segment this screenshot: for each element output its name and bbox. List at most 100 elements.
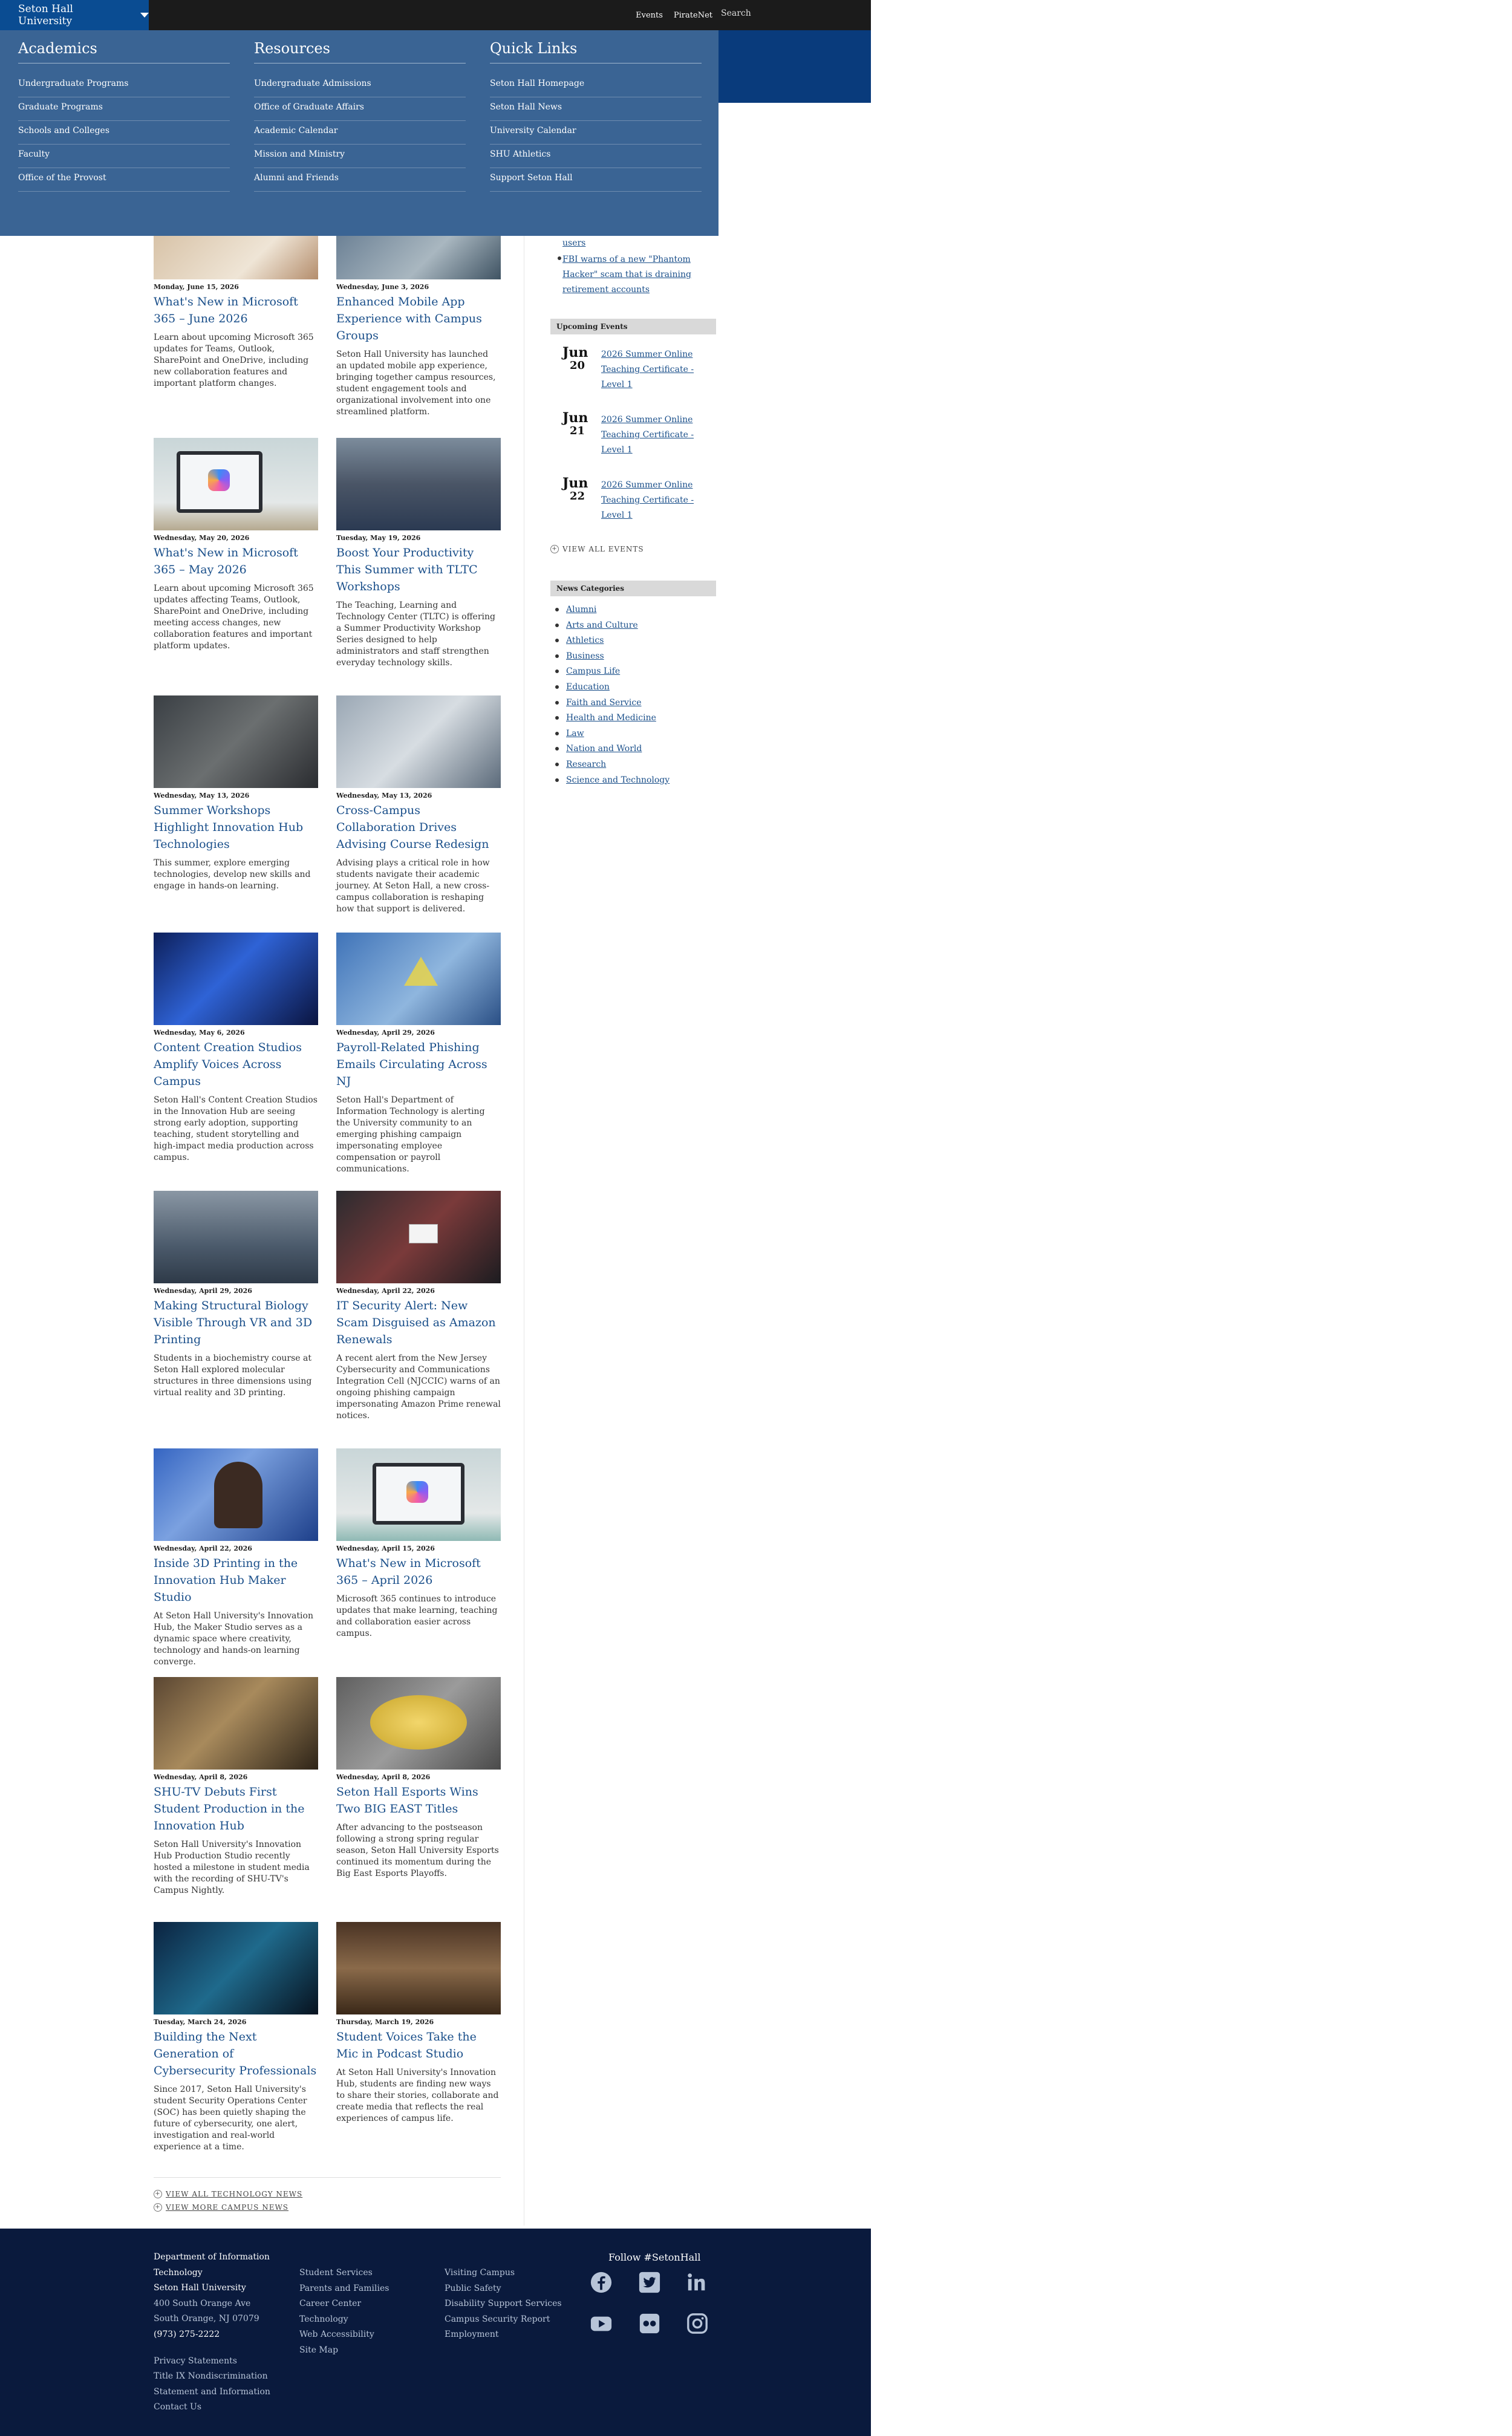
linkedin-icon[interactable] [686, 2271, 709, 2294]
footer-link[interactable]: Privacy Statements [154, 2354, 281, 2369]
article-title[interactable]: Cross-Campus Collaboration Drives Advisi… [336, 802, 501, 853]
mega-item[interactable]: Undergraduate Admissions [254, 74, 466, 97]
article-summary: Learn about upcoming Microsoft 365 updat… [154, 584, 314, 651]
footer-link[interactable]: Employment [445, 2327, 562, 2343]
article-title[interactable]: What's New in Microsoft 365 – April 2026 [336, 1555, 501, 1589]
footer-link[interactable]: Parents and Families [299, 2281, 389, 2297]
twitter-icon[interactable] [638, 2271, 661, 2294]
footer-link[interactable]: Career Center [299, 2296, 389, 2312]
article-image[interactable] [336, 1448, 501, 1541]
footer-link[interactable]: Contact Us [154, 2400, 281, 2415]
category-link[interactable]: Law [555, 726, 670, 742]
footer-link[interactable]: Public Safety [445, 2281, 562, 2297]
article-title[interactable]: What's New in Microsoft 365 – May 2026 [154, 544, 318, 578]
mega-item[interactable]: Graduate Programs [18, 98, 230, 121]
category-link[interactable]: Alumni [555, 602, 670, 618]
article-image[interactable] [154, 1191, 318, 1283]
footer-link[interactable]: Site Map [299, 2343, 389, 2359]
category-link[interactable]: Athletics [555, 633, 670, 649]
article-title[interactable]: Student Voices Take the Mic in Podcast S… [336, 2028, 501, 2062]
article-title[interactable]: Payroll-Related Phishing Emails Circulat… [336, 1039, 501, 1090]
mega-item[interactable]: Alumni and Friends [254, 169, 466, 192]
article-title[interactable]: SHU-TV Debuts First Student Production i… [154, 1783, 318, 1834]
view-all-events-link[interactable]: + VIEW ALL EVENTS [550, 545, 644, 553]
article-image[interactable] [336, 1922, 501, 2014]
footer-link[interactable]: Campus Security Report [445, 2312, 562, 2328]
article-date: Wednesday, April 15, 2026 [336, 1545, 435, 1552]
category-link[interactable]: Nation and World [555, 741, 670, 757]
category-link[interactable]: Education [555, 680, 670, 695]
footer-link[interactable]: Visiting Campus [445, 2265, 562, 2281]
view-all-technology-news-link[interactable]: + VIEW ALL TECHNOLOGY NEWS [154, 2190, 302, 2198]
article-image[interactable] [154, 438, 318, 530]
article-title[interactable]: Inside 3D Printing in the Innovation Hub… [154, 1555, 318, 1606]
article-title[interactable]: Building the Next Generation of Cybersec… [154, 2028, 318, 2079]
article-image[interactable] [154, 1448, 318, 1541]
plus-circle-icon: + [154, 2190, 162, 2198]
article-image[interactable] [154, 933, 318, 1025]
footer-link[interactable]: Disability Support Services [445, 2296, 562, 2312]
article-title[interactable]: Boost Your Productivity This Summer with… [336, 544, 501, 595]
article-image[interactable] [154, 695, 318, 788]
category-link[interactable]: Research [555, 757, 670, 773]
category-link[interactable]: Campus Life [555, 664, 670, 680]
mega-item[interactable]: University Calendar [490, 122, 702, 145]
footer-link[interactable]: Web Accessibility [299, 2327, 389, 2343]
mega-item[interactable]: SHU Athletics [490, 145, 702, 168]
article-summary: The Teaching, Learning and Technology Ce… [336, 601, 495, 668]
footer-link[interactable]: Technology [299, 2312, 389, 2328]
mega-item[interactable]: Office of the Provost [18, 169, 230, 192]
youtube-icon[interactable] [590, 2312, 613, 2335]
mega-item[interactable]: Undergraduate Programs [18, 74, 230, 97]
facebook-icon[interactable] [590, 2271, 613, 2294]
mega-item[interactable]: Office of Graduate Affairs [254, 98, 466, 121]
brand-label: Seton Hall University [18, 3, 73, 27]
article-title[interactable]: What's New in Microsoft 365 – June 2026 [154, 293, 318, 327]
article-date: Wednesday, June 3, 2026 [336, 283, 429, 291]
article-image[interactable] [154, 1922, 318, 2014]
mega-item[interactable]: Academic Calendar [254, 122, 466, 145]
article-summary: After advancing to the postseason follow… [336, 1823, 499, 1878]
mega-item[interactable]: Mission and Ministry [254, 145, 466, 168]
event-link[interactable]: 2026 Summer Online Teaching Certificate … [601, 478, 704, 523]
view-more-campus-news-link[interactable]: + VIEW MORE CAMPUS NEWS [154, 2203, 288, 2212]
sidebar-news-link[interactable]: FBI warns of a new "Phantom Hacker" scam… [562, 252, 702, 298]
article-image[interactable] [336, 438, 501, 530]
category-link[interactable]: Faith and Service [555, 695, 670, 711]
article-image[interactable] [336, 236, 501, 279]
article-title[interactable]: Enhanced Mobile App Experience with Camp… [336, 293, 501, 344]
article-image[interactable] [336, 695, 501, 788]
article-title[interactable]: Summer Workshops Highlight Innovation Hu… [154, 802, 318, 853]
top-link-events[interactable]: Events [636, 11, 663, 20]
event-link[interactable]: 2026 Summer Online Teaching Certificate … [601, 412, 704, 458]
article-image[interactable] [336, 933, 501, 1025]
category-link[interactable]: Science and Technology [555, 773, 670, 789]
article-title[interactable]: Content Creation Studios Amplify Voices … [154, 1039, 318, 1090]
category-link[interactable]: Arts and Culture [555, 618, 670, 634]
footer-link[interactable]: Student Services [299, 2265, 389, 2281]
mega-item[interactable]: Faculty [18, 145, 230, 168]
article-date: Tuesday, March 24, 2026 [154, 2018, 247, 2026]
search-input[interactable]: Search [721, 8, 751, 18]
footer-link[interactable]: Title IX Nondiscrimination Statement and… [154, 2369, 281, 2400]
category-link[interactable]: Health and Medicine [555, 711, 670, 726]
article-image[interactable] [154, 1677, 318, 1770]
mega-item[interactable]: Support Seton Hall [490, 169, 702, 192]
article-title[interactable]: IT Security Alert: New Scam Disguised as… [336, 1297, 501, 1348]
instagram-icon[interactable] [686, 2312, 709, 2335]
mega-item[interactable]: Seton Hall News [490, 98, 702, 121]
university-menu-button[interactable]: Seton Hall University [0, 0, 149, 30]
article-image[interactable] [154, 236, 318, 279]
footer-phone[interactable]: (973) 275-2222 [154, 2327, 281, 2343]
mega-item[interactable]: Schools and Colleges [18, 122, 230, 145]
article-image[interactable] [336, 1191, 501, 1283]
article-title[interactable]: Seton Hall Esports Wins Two BIG EAST Tit… [336, 1783, 501, 1817]
sidebar-news-link[interactable]: users [562, 236, 702, 251]
event-link[interactable]: 2026 Summer Online Teaching Certificate … [601, 347, 704, 392]
category-link[interactable]: Business [555, 649, 670, 665]
top-link-piratenet[interactable]: PirateNet [674, 11, 712, 20]
article-image[interactable] [336, 1677, 501, 1770]
mega-item[interactable]: Seton Hall Homepage [490, 74, 702, 97]
flickr-icon[interactable] [638, 2312, 661, 2335]
article-title[interactable]: Making Structural Biology Visible Throug… [154, 1297, 318, 1348]
